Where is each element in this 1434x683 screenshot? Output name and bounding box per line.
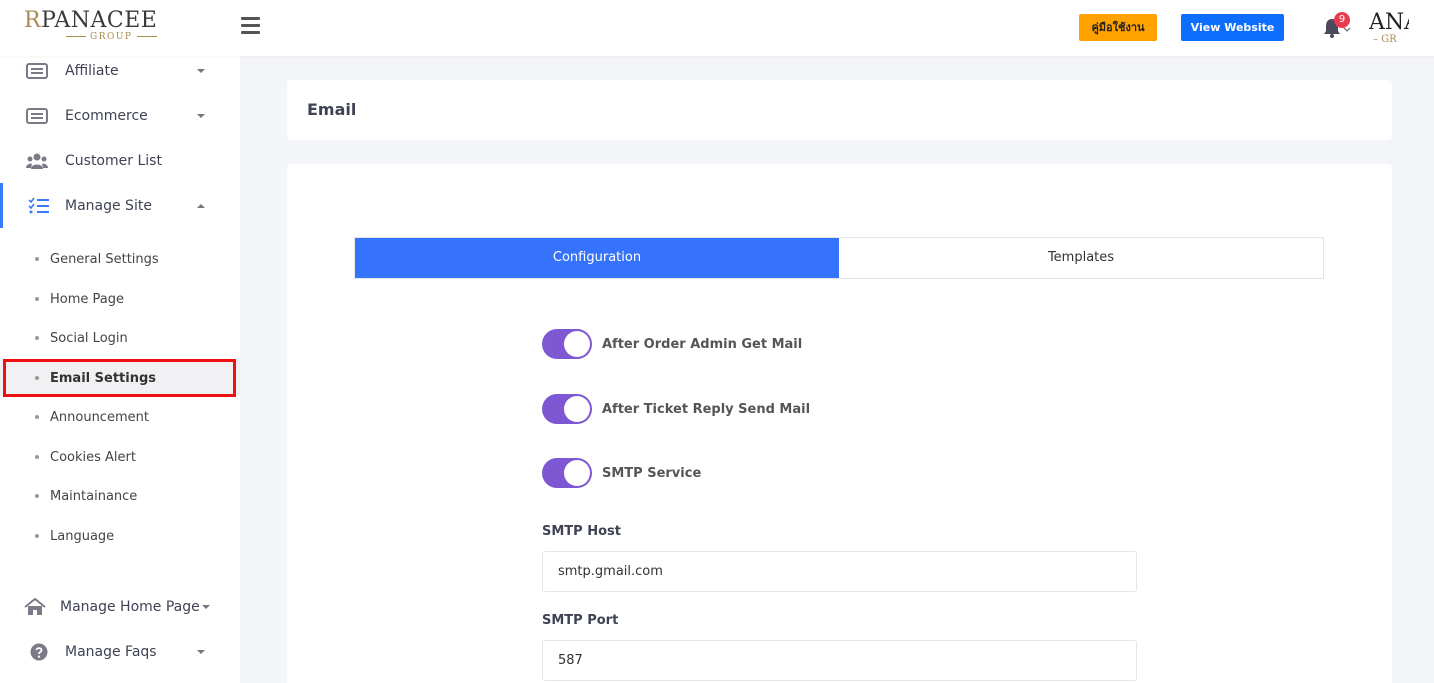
brand-logo[interactable]: RPANACEE GROUP — [24, 8, 158, 48]
sidebar-subitem-announcement[interactable]: Announcement — [0, 399, 240, 435]
subitem-label: Maintainance — [50, 488, 138, 504]
subitem-label: Home Page — [50, 291, 124, 307]
bullet-icon — [35, 376, 39, 380]
logo-main-text: RPANACEE — [24, 8, 158, 33]
sidebar-subitem-maintainance[interactable]: Maintainance — [0, 478, 240, 514]
chevron-down-icon — [197, 649, 205, 654]
home-icon — [24, 597, 46, 615]
bullet-icon — [35, 415, 39, 419]
bullet-icon — [35, 534, 39, 538]
smtp-service-toggle[interactable] — [542, 458, 592, 488]
sidebar-item-manage-site[interactable]: Manage Site — [0, 183, 240, 228]
sidebar-item-label: Affiliate — [65, 62, 119, 79]
sidebar-item-label: Customer List — [65, 152, 162, 169]
list-icon — [26, 107, 48, 124]
avatar-main-text: ANA — [1369, 10, 1409, 35]
user-manual-button[interactable]: คู่มือใช้งาน — [1079, 14, 1157, 41]
toggle-row-ticket-reply-mail: After Ticket Reply Send Mail — [542, 394, 810, 424]
sidebar-subitem-social-login[interactable]: Social Login — [0, 320, 240, 356]
sidebar-item-label: Manage Faqs — [65, 643, 157, 660]
sidebar: Affiliate Ecommerce Customer List Manage… — [0, 56, 240, 683]
bullet-icon — [35, 494, 39, 498]
avatar[interactable]: ANA – GR — [1369, 10, 1409, 50]
subitem-label: Language — [50, 528, 115, 544]
sidebar-subitem-language[interactable]: Language — [0, 518, 240, 554]
bullet-icon — [35, 297, 39, 301]
order-admin-mail-toggle[interactable] — [542, 329, 592, 359]
avatar-sub-text: – GR — [1373, 34, 1397, 45]
sidebar-item-label: Manage Home Page — [60, 598, 200, 615]
tab-templates[interactable]: Templates — [839, 238, 1323, 278]
menu-toggle-icon[interactable] — [241, 17, 260, 35]
subitem-label: Announcement — [50, 409, 149, 425]
view-website-button[interactable]: View Website — [1181, 14, 1284, 41]
toggle-label: After Order Admin Get Mail — [602, 336, 803, 352]
smtp-port-input[interactable]: 587 — [542, 640, 1137, 681]
toggle-label: After Ticket Reply Send Mail — [602, 401, 811, 417]
sidebar-item-manage-faqs[interactable]: Manage Faqs — [0, 629, 240, 674]
toggle-label: SMTP Service — [602, 465, 702, 481]
bullet-icon — [35, 455, 39, 459]
users-icon — [26, 153, 48, 169]
logo-sub-text: GROUP — [62, 32, 161, 42]
ticket-reply-mail-toggle[interactable] — [542, 394, 592, 424]
sidebar-item-manage-home-page[interactable]: Manage Home Page — [0, 584, 240, 629]
sidebar-item-customer-list[interactable]: Customer List — [0, 138, 240, 183]
bullet-icon — [35, 257, 39, 261]
sidebar-subitem-email-settings[interactable]: Email Settings — [0, 360, 240, 396]
email-settings-card: Configuration Templates After Order Admi… — [287, 164, 1392, 683]
subitem-label: Social Login — [50, 330, 128, 346]
notification-bell[interactable]: 9 — [1322, 12, 1352, 40]
subitem-label: Cookies Alert — [50, 449, 136, 465]
chevron-down-icon — [197, 113, 205, 118]
sidebar-item-ecommerce[interactable]: Ecommerce — [0, 93, 240, 138]
bullet-icon — [35, 336, 39, 340]
tab-bar: Configuration Templates — [354, 237, 1324, 279]
chevron-up-icon — [197, 203, 205, 208]
smtp-host-label: SMTP Host — [542, 524, 621, 539]
chevron-down-icon — [202, 604, 210, 609]
tab-configuration[interactable]: Configuration — [355, 238, 839, 278]
smtp-host-input[interactable]: smtp.gmail.com — [542, 551, 1137, 592]
sidebar-subitem-home-page[interactable]: Home Page — [0, 281, 240, 317]
sidebar-subitem-cookies-alert[interactable]: Cookies Alert — [0, 439, 240, 475]
page-title: Email — [307, 100, 357, 119]
toggle-row-order-admin-mail: After Order Admin Get Mail — [542, 329, 802, 359]
subitem-label: Email Settings — [50, 370, 156, 386]
tasks-icon — [28, 197, 49, 213]
smtp-port-label: SMTP Port — [542, 613, 619, 628]
sidebar-subitem-general-settings[interactable]: General Settings — [0, 241, 240, 277]
toggle-row-smtp-service: SMTP Service — [542, 458, 701, 488]
chevron-down-icon — [197, 68, 205, 73]
list-icon — [26, 62, 48, 79]
top-bar: RPANACEE GROUP คู่มือใช้งาน View Website… — [0, 0, 1434, 56]
subitem-label: General Settings — [50, 251, 159, 267]
question-icon — [30, 643, 48, 660]
notification-badge: 9 — [1334, 12, 1350, 28]
sidebar-item-label: Manage Site — [65, 197, 152, 214]
sidebar-item-label: Ecommerce — [65, 107, 148, 124]
page-header-card: Email — [287, 80, 1392, 140]
